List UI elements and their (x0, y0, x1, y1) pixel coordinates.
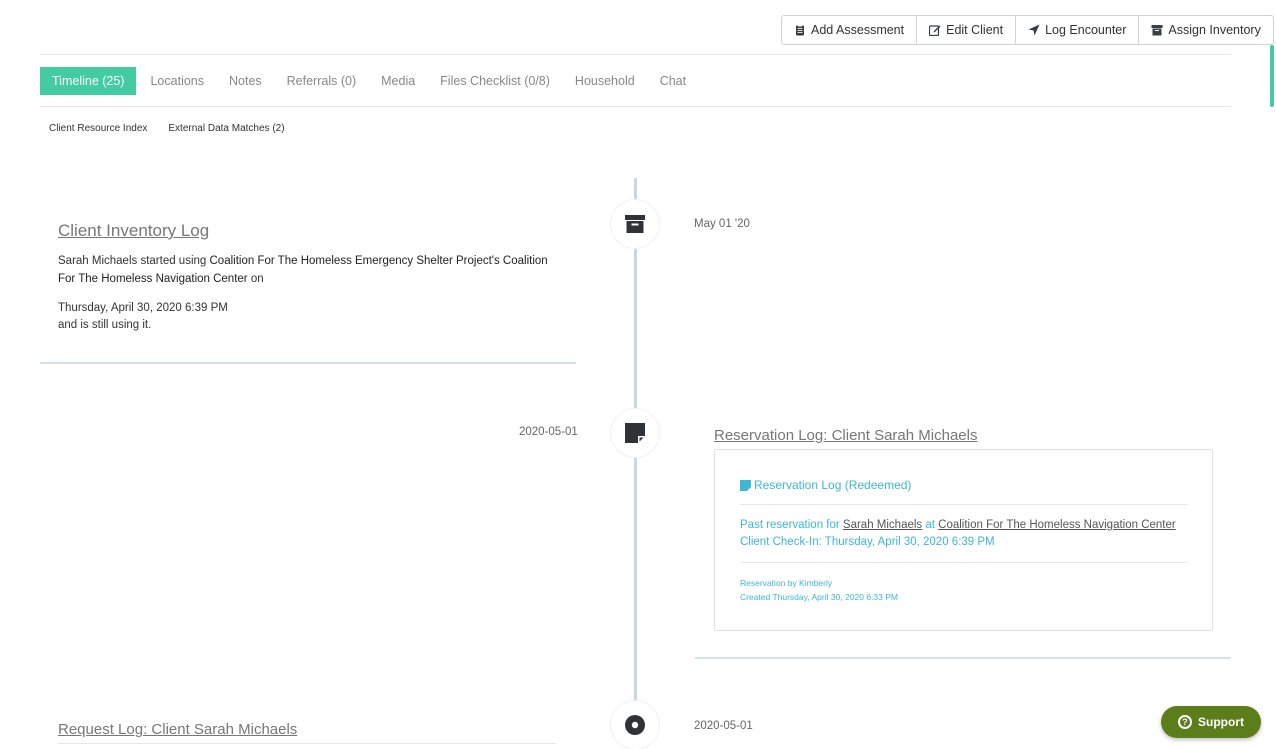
reservation-by: Reservation by Kimberly (740, 578, 833, 588)
tabs-divider (40, 106, 1231, 107)
subtab-external-data-matches[interactable]: External Data Matches (2) (168, 123, 284, 134)
edit-client-button[interactable]: Edit Client (917, 16, 1017, 44)
reservation-date: 2020-05-01 (519, 426, 578, 438)
reservation-at: at (922, 519, 939, 531)
location-arrow-icon (1028, 24, 1040, 36)
request-card-top (58, 743, 556, 744)
inventory-date: May 01 '20 (694, 218, 750, 230)
timeline-node-inventory (611, 200, 659, 248)
note-icon (740, 479, 751, 491)
client-tabs: Timeline (25) Locations Notes Referrals … (40, 67, 699, 95)
header-divider (40, 54, 1231, 55)
reservation-badge-label: Reservation Log (Redeemed) (754, 478, 912, 492)
tab-files-checklist[interactable]: Files Checklist (0/8) (428, 67, 562, 95)
log-encounter-label: Log Encounter (1045, 23, 1127, 37)
reservation-log-title[interactable]: Reservation Log: Client Sarah Michaels (714, 427, 977, 444)
client-action-toolbar: Add Assessment Edit Client Log Encounter… (781, 15, 1274, 45)
reservation-past-prefix: Past reservation for (740, 519, 843, 531)
reservation-detail-box: Reservation Log (Redeemed) Past reservat… (714, 449, 1213, 631)
inventory-status-line: and is still using it. (58, 319, 152, 331)
reservation-separator-1 (740, 504, 1187, 505)
reservation-client-link[interactable]: Sarah Michaels (843, 519, 922, 531)
help-icon: ? (1178, 715, 1192, 729)
inventory-text-suffix: on (247, 273, 264, 285)
support-button[interactable]: ? Support (1161, 706, 1261, 738)
archive-icon (625, 215, 645, 233)
tab-locations[interactable]: Locations (138, 67, 216, 95)
sub-tabs: Client Resource Index External Data Matc… (49, 123, 285, 134)
tab-chat[interactable]: Chat (648, 67, 698, 95)
inventory-log-text: Sarah Michaels started using Coalition F… (58, 252, 548, 288)
add-assessment-label: Add Assessment (811, 23, 905, 37)
reservation-card-underline (695, 657, 1231, 659)
assign-inventory-label: Assign Inventory (1168, 23, 1261, 37)
log-encounter-button[interactable]: Log Encounter (1016, 16, 1140, 44)
timeline-line (634, 178, 637, 747)
edit-icon (929, 25, 941, 36)
timeline-node-request (611, 701, 659, 749)
subtab-client-resource-index[interactable]: Client Resource Index (49, 123, 147, 134)
sticky-note-icon (625, 423, 645, 443)
tab-media[interactable]: Media (369, 67, 427, 95)
record-icon (625, 715, 645, 735)
reservation-checkin: Client Check-In: Thursday, April 30, 202… (740, 536, 995, 548)
inventory-card-underline (40, 362, 576, 364)
scrollbar-thumb[interactable] (1270, 45, 1274, 107)
request-date: 2020-05-01 (694, 720, 753, 732)
tab-notes[interactable]: Notes (217, 67, 274, 95)
inventory-log-title[interactable]: Client Inventory Log (58, 221, 209, 241)
tab-household[interactable]: Household (563, 67, 647, 95)
inventory-text-prefix: Sarah Michaels started using (58, 255, 210, 267)
edit-client-label: Edit Client (946, 23, 1004, 37)
tab-timeline[interactable]: Timeline (25) (40, 67, 137, 95)
reservation-badge: Reservation Log (Redeemed) (740, 478, 911, 492)
clipboard-icon (796, 24, 804, 36)
support-label: Support (1198, 715, 1244, 729)
assign-inventory-button[interactable]: Assign Inventory (1139, 16, 1272, 44)
archive-icon (1151, 25, 1163, 36)
reservation-location-link[interactable]: Coalition For The Homeless Navigation Ce… (938, 519, 1176, 531)
timeline-node-reservation (611, 409, 659, 457)
reservation-summary: Past reservation for Sarah Michaels at C… (740, 517, 1190, 551)
reservation-created: Created Thursday, April 30, 2020 6:33 PM (740, 592, 898, 602)
request-log-title[interactable]: Request Log: Client Sarah Michaels (58, 721, 297, 738)
reservation-separator-2 (740, 562, 1187, 563)
add-assessment-button[interactable]: Add Assessment (782, 16, 918, 44)
tab-referrals[interactable]: Referrals (0) (275, 67, 368, 95)
inventory-date-line: Thursday, April 30, 2020 6:39 PM (58, 302, 228, 314)
